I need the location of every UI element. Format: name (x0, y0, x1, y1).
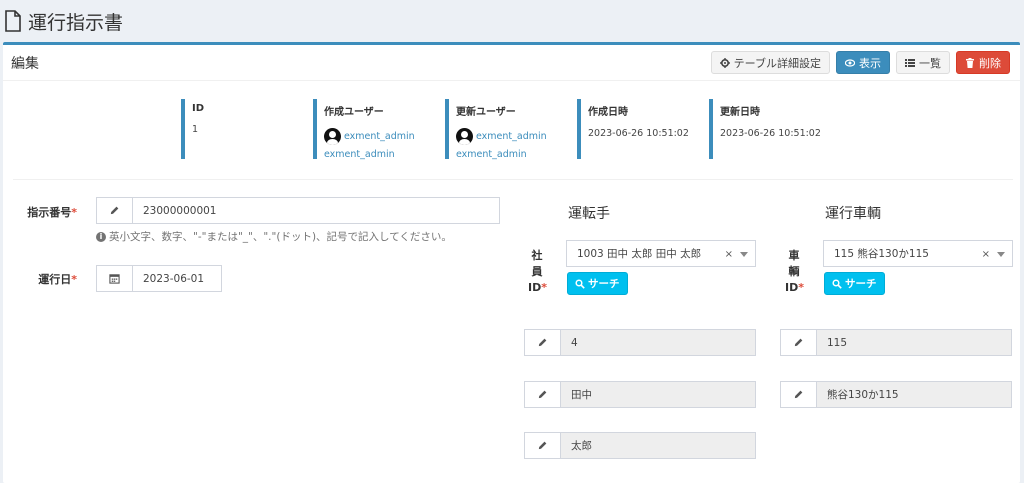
vehicle-search-button[interactable]: サーチ (824, 272, 885, 295)
driver-field-2-group: 田中 (524, 381, 756, 408)
pencil-addon (781, 330, 817, 355)
order-no-help: i 英小文字、数字、"-"または"_"、"."(ドット)、記号で記入してください… (96, 229, 452, 244)
vehicle-field-1-group: 115 (780, 329, 1012, 356)
vehicle-section-title: 運行車輌 (825, 206, 881, 222)
vehicle-clear-icon[interactable]: × (982, 249, 990, 260)
table-detail-settings-label: テーブル詳細設定 (733, 57, 821, 70)
pencil-addon (781, 382, 817, 407)
user-avatar-icon (456, 128, 473, 145)
page-header: 運行指示書 (0, 0, 1024, 42)
eye-icon (845, 58, 855, 67)
driver-search-label: サーチ (588, 278, 620, 290)
trash-icon (966, 57, 974, 68)
list-icon (905, 58, 915, 67)
vehicle-select-value: 115 熊谷130か115 (834, 248, 929, 260)
file-icon (5, 10, 21, 32)
order-no-input-group: 23000000001 (96, 197, 500, 224)
meta-id: ID 1 (181, 99, 313, 159)
meta-updated-by: 更新ユーザー exment_admin exment_admin (445, 99, 577, 160)
edit-box: 編集 テーブル詳細設定 表示 一覧 削除 ID 1 作成ユーザー exment_… (3, 42, 1020, 483)
meta-info-row: ID 1 作成ユーザー exment_admin exment_admin 更新… (181, 99, 841, 160)
delete-button[interactable]: 削除 (956, 51, 1010, 74)
vehicle-field-1[interactable]: 115 (817, 330, 1011, 355)
pencil-icon (794, 390, 803, 399)
pencil-addon (525, 330, 561, 355)
chevron-down-icon[interactable] (740, 252, 748, 257)
meta-id-label: ID (192, 103, 205, 114)
meta-created-at-value: 2023-06-26 10:51:02 (588, 128, 689, 139)
order-no-help-text: 英小文字、数字、"-"または"_"、"."(ドット)、記号で記入してください。 (109, 231, 452, 243)
divider (13, 179, 1013, 180)
driver-clear-icon[interactable]: × (725, 249, 733, 260)
calendar-addon (97, 266, 133, 291)
vehicle-field-2-group: 熊谷130か115 (780, 381, 1012, 408)
delete-label: 削除 (979, 57, 1001, 70)
page-title: 運行指示書 (28, 11, 124, 34)
pencil-icon (538, 441, 547, 450)
view-button[interactable]: 表示 (836, 51, 890, 74)
updated-by-user-name: exment_admin (476, 131, 547, 142)
updated-by-user-link-2[interactable]: exment_admin (456, 149, 577, 160)
driver-select-value: 1003 田中 太郎 田中 太郎 (577, 248, 702, 260)
required-mark: * (71, 273, 77, 286)
driver-field-3-group: 太郎 (524, 432, 756, 459)
date-input-group: 2023-06-01 (96, 265, 222, 292)
date-input[interactable]: 2023-06-01 (133, 266, 221, 291)
driver-field-1-group: 4 (524, 329, 756, 356)
box-title: 編集 (11, 56, 39, 72)
created-by-user-link-2[interactable]: exment_admin (324, 149, 445, 160)
chevron-down-icon[interactable] (997, 252, 1005, 257)
meta-updated-at-value: 2023-06-26 10:51:02 (720, 128, 821, 139)
search-icon (575, 278, 585, 289)
search-icon (832, 278, 842, 289)
view-label: 表示 (859, 57, 881, 70)
vehicle-field-2[interactable]: 熊谷130か115 (817, 382, 1011, 407)
meta-updated-at: 更新日時 2023-06-26 10:51:02 (709, 99, 841, 159)
driver-select[interactable]: 1003 田中 太郎 田中 太郎 × (566, 240, 756, 267)
date-label: 運行日* (38, 273, 77, 286)
gear-icon (719, 57, 730, 68)
created-by-user-name: exment_admin (344, 131, 415, 142)
meta-created-by-label: 作成ユーザー (324, 107, 384, 118)
pencil-icon (538, 338, 547, 347)
meta-created-at: 作成日時 2023-06-26 10:51:02 (577, 99, 709, 159)
box-header: 編集 テーブル詳細設定 表示 一覧 削除 (3, 45, 1020, 81)
table-detail-settings-button[interactable]: テーブル詳細設定 (710, 51, 830, 74)
driver-field-3[interactable]: 太郎 (561, 433, 755, 458)
pencil-addon (97, 198, 133, 223)
meta-id-value: 1 (192, 124, 199, 135)
required-mark: * (71, 206, 77, 219)
vehicle-select[interactable]: 115 熊谷130か115 × (823, 240, 1013, 267)
vehicle-id-label: 車 輌 ID* (785, 249, 804, 294)
order-no-label: 指示番号* (27, 206, 77, 219)
driver-search-button[interactable]: サーチ (567, 272, 628, 295)
driver-field-2[interactable]: 田中 (561, 382, 755, 407)
driver-field-1[interactable]: 4 (561, 330, 755, 355)
pencil-icon (538, 390, 547, 399)
meta-created-by: 作成ユーザー exment_admin exment_admin (313, 99, 445, 160)
pencil-addon (525, 433, 561, 458)
pencil-icon (110, 206, 119, 215)
info-icon: i (96, 231, 106, 242)
order-no-input[interactable]: 23000000001 (133, 198, 499, 223)
calendar-icon (109, 274, 120, 284)
user-avatar-icon (324, 128, 341, 145)
list-button[interactable]: 一覧 (896, 51, 950, 74)
driver-id-label: 社 員 ID* (528, 249, 547, 294)
meta-created-at-label: 作成日時 (588, 107, 628, 118)
meta-updated-by-label: 更新ユーザー (456, 107, 516, 118)
created-by-user-link[interactable]: exment_admin (324, 128, 445, 145)
updated-by-user-link[interactable]: exment_admin (456, 128, 577, 145)
driver-section-title: 運転手 (568, 206, 610, 222)
pencil-addon (525, 382, 561, 407)
list-label: 一覧 (919, 57, 941, 70)
toolbar: テーブル詳細設定 表示 一覧 削除 (710, 51, 1010, 74)
vehicle-search-label: サーチ (845, 278, 877, 290)
meta-updated-at-label: 更新日時 (720, 107, 760, 118)
pencil-icon (794, 338, 803, 347)
